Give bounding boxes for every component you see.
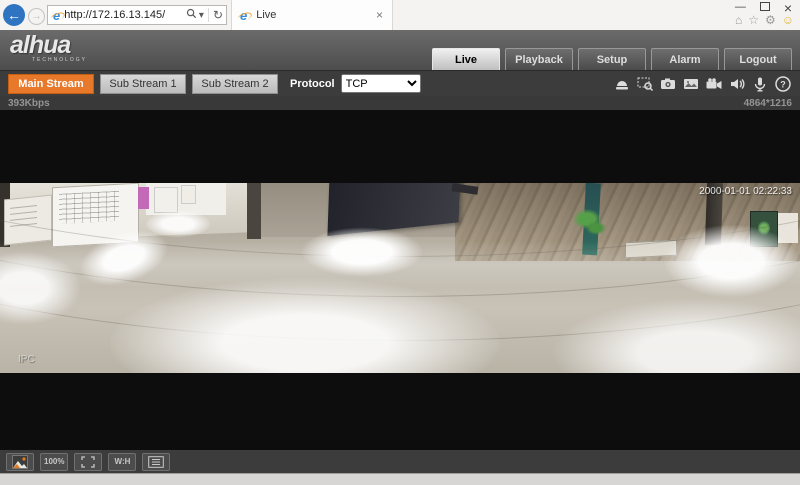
restore-button[interactable] (759, 1, 770, 14)
bitrate-text: 393Kbps (8, 97, 50, 109)
aspect-ratio-button[interactable]: W:H (108, 452, 137, 471)
page-bottom-strip (0, 473, 800, 485)
live-function-icons: ? (612, 71, 792, 97)
light-glare (300, 227, 424, 277)
sub-stream-1-button[interactable]: Sub Stream 1 (100, 73, 186, 94)
home-icon[interactable]: ⌂ (735, 14, 742, 26)
sub-stream-2-button[interactable]: Sub Stream 2 (192, 73, 278, 94)
back-icon: ← (7, 7, 21, 23)
search-dropdown-icon[interactable]: ▾ (199, 10, 204, 21)
tab-alarm[interactable]: Alarm (651, 48, 719, 70)
light-glare (146, 211, 210, 237)
tab-playback[interactable]: Playback (505, 48, 573, 70)
divider (207, 8, 209, 22)
record-icon[interactable] (704, 75, 723, 94)
osd-timestamp: 2000-01-01 02:22:33 (699, 186, 792, 197)
tab-close-icon[interactable]: × (373, 8, 386, 22)
svg-text:?: ? (780, 80, 786, 90)
protocol-select[interactable]: TCP (340, 74, 421, 93)
minimize-button[interactable]: — (735, 2, 746, 13)
refresh-icon[interactable]: ↻ (213, 8, 223, 22)
stream-toolbar: Main Stream Sub Stream 1 Sub Stream 2 Pr… (0, 70, 800, 96)
logo-text: alhua (10, 31, 71, 59)
back-button[interactable]: ← (3, 4, 25, 26)
restore-icon (759, 1, 770, 11)
full-screen-icon[interactable] (74, 452, 103, 471)
search-icon[interactable] (186, 6, 197, 24)
tab-favicon-icon: e (240, 7, 248, 23)
tab-logout[interactable]: Logout (724, 48, 792, 70)
dahua-logo: alhua TECHNOLOGY (10, 31, 88, 64)
talk-mic-icon[interactable] (750, 75, 769, 94)
protocol-label: Protocol (290, 77, 335, 90)
ie-icon: e (53, 7, 61, 23)
browser-window: ← → e http://172.16.13.145/ ▾ ↻ e Live ×… (0, 0, 800, 485)
address-bar[interactable]: e http://172.16.13.145/ ▾ ↻ (47, 5, 227, 25)
digital-zoom-icon[interactable] (635, 75, 654, 94)
tab-live[interactable]: Live (432, 48, 500, 70)
browser-tab-live[interactable]: e Live × (231, 0, 393, 30)
live-video-area: 393Kbps 4864*1216 2000-01-01 02:22:33 IP… (0, 96, 800, 450)
forward-button[interactable]: → (28, 8, 45, 25)
browser-chrome: ← → e http://172.16.13.145/ ▾ ↻ e Live ×… (0, 0, 800, 31)
snapshot-icon[interactable] (658, 75, 677, 94)
resolution-text: 4864*1216 (743, 97, 792, 109)
fluency-icon[interactable] (142, 452, 171, 471)
video-control-bar: 100% W:H (0, 450, 800, 473)
settings-gear-icon[interactable]: ⚙ (765, 14, 776, 26)
video-status-bar: 393Kbps 4864*1216 (0, 96, 800, 110)
relay-out-icon[interactable] (612, 75, 631, 94)
tab-title: Live (256, 9, 277, 21)
light-glare (664, 225, 798, 297)
forward-icon: → (31, 11, 42, 22)
url-text[interactable]: http://172.16.13.145/ (64, 9, 186, 21)
triple-snapshot-icon[interactable] (681, 75, 700, 94)
help-icon[interactable]: ? (773, 75, 792, 94)
audio-icon[interactable] (727, 75, 746, 94)
feedback-smiley-icon[interactable]: ☺ (782, 14, 794, 26)
osd-channel-label: IPC (18, 354, 35, 365)
favorites-icon[interactable]: ☆ (748, 14, 759, 26)
original-size-button[interactable]: 100% (40, 452, 69, 471)
image-adjust-icon[interactable] (6, 452, 34, 471)
tab-setup[interactable]: Setup (578, 48, 646, 70)
logo-subtext: TECHNOLOGY (32, 57, 88, 63)
app-header: alhua TECHNOLOGY Live Playback Setup Ala… (0, 30, 800, 70)
main-stream-button[interactable]: Main Stream (8, 73, 94, 94)
main-nav: Live Playback Setup Alarm Logout (432, 48, 792, 70)
panorama-video-frame: 2000-01-01 02:22:33 IPC (0, 183, 800, 373)
